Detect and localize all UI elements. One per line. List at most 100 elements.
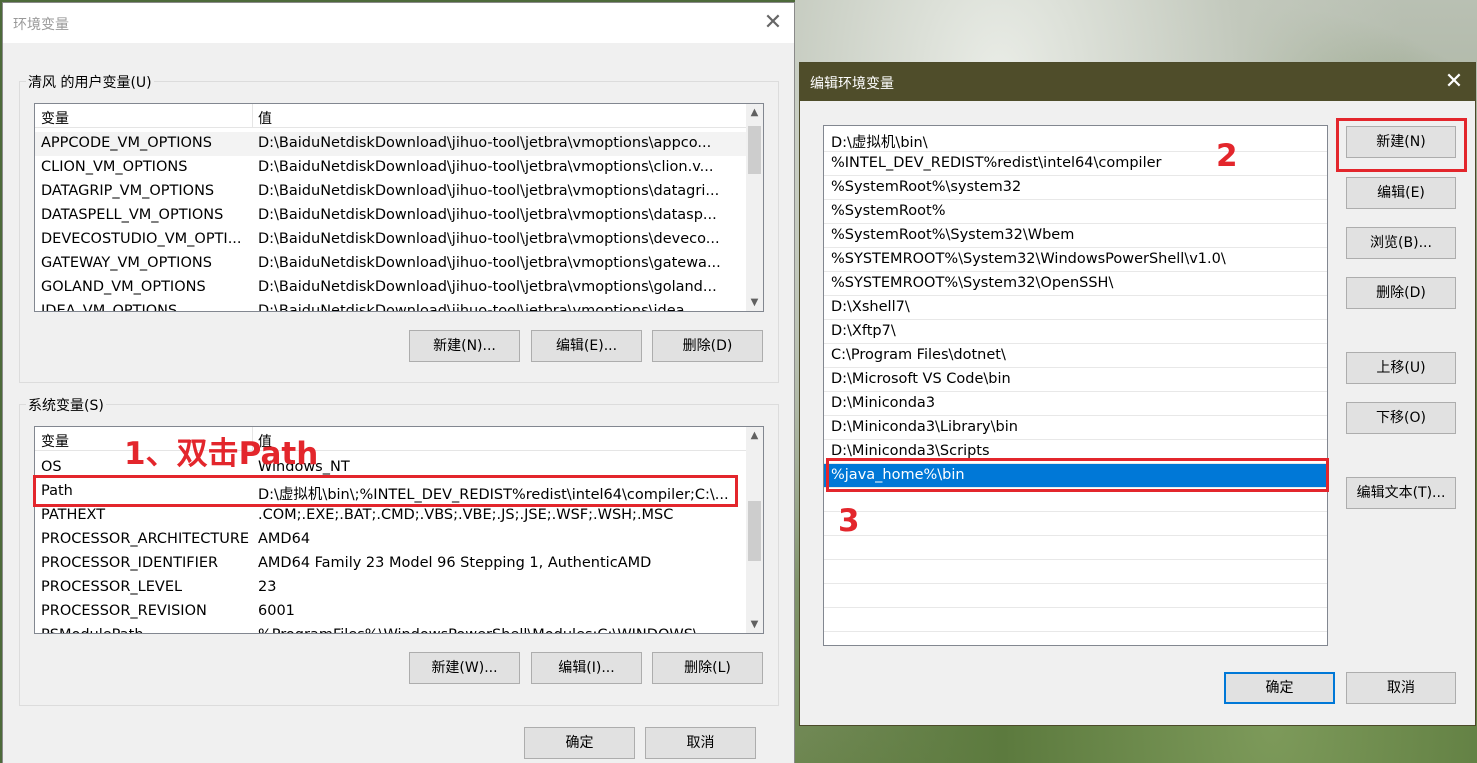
path-entry[interactable]: %SYSTEMROOT%\System32\OpenSSH\ — [824, 272, 1327, 296]
env-cancel-button[interactable]: 取消 — [645, 727, 756, 759]
path-entry[interactable]: %SYSTEMROOT%\System32\WindowsPowerShell\… — [824, 248, 1327, 272]
var-value: AMD64 Family 23 Model 96 Stepping 1, Aut… — [258, 555, 652, 571]
edit-cancel-button[interactable]: 取消 — [1346, 672, 1456, 704]
path-entry[interactable]: %INTEL_DEV_REDIST%redist\intel64\compile… — [824, 152, 1327, 176]
var-value: D:\BaiduNetdiskDownload\jihuo-tool\jetbr… — [258, 231, 720, 247]
path-entry-text: %SystemRoot%\system32 — [831, 179, 1022, 195]
system-var-row[interactable]: PATHEXT .COM;.EXE;.BAT;.CMD;.VBS;.VBE;.JS… — [35, 504, 746, 528]
col-variable-header[interactable]: 变量 — [41, 108, 69, 128]
var-name: IDEA_VM_OPTIONS — [41, 303, 178, 312]
var-value: D:\BaiduNetdiskDownload\jihuo-tool\jetbr… — [258, 207, 717, 223]
path-entry[interactable]: D:\Xshell7\ — [824, 296, 1327, 320]
var-name: CLION_VM_OPTIONS — [41, 159, 188, 175]
step3-annotation: 3 — [838, 503, 860, 539]
path-entry[interactable]: D:\虚拟机\bin\ — [824, 128, 1327, 152]
path-entry[interactable]: %SystemRoot%\system32 — [824, 176, 1327, 200]
var-value: .COM;.EXE;.BAT;.CMD;.VBS;.VBE;.JS;.JSE;.… — [258, 507, 674, 523]
var-value: 6001 — [258, 603, 295, 619]
empty-path-slot[interactable] — [824, 512, 1327, 536]
new-button-highlight — [1336, 118, 1467, 172]
user-var-row[interactable]: DATASPELL_VM_OPTIONS D:\BaiduNetdiskDownl… — [35, 204, 746, 228]
env-ok-button[interactable]: 确定 — [524, 727, 635, 759]
java-home-entry-highlight — [826, 458, 1329, 492]
path-entry[interactable]: D:\Xftp7\ — [824, 320, 1327, 344]
var-name: GOLAND_VM_OPTIONS — [41, 279, 206, 295]
var-value: D:\BaiduNetdiskDownload\jihuo-tool\jetbr… — [258, 159, 714, 175]
var-value: D:\BaiduNetdiskDownload\jihuo-tool\jetbr… — [258, 303, 699, 312]
path-entry-text: D:\Xshell7\ — [831, 299, 910, 315]
scroll-up-icon[interactable]: ▲ — [746, 104, 763, 121]
path-browse-button[interactable]: 浏览(B)... — [1346, 227, 1456, 259]
var-value: D:\BaiduNetdiskDownload\jihuo-tool\jetbr… — [258, 255, 721, 271]
var-name: PROCESSOR_IDENTIFIER — [41, 555, 219, 571]
scroll-down-icon[interactable]: ▼ — [746, 616, 763, 633]
system-var-row[interactable]: PROCESSOR_LEVEL 23 — [35, 576, 746, 600]
user-var-row[interactable]: GATEWAY_VM_OPTIONS D:\BaiduNetdiskDownloa… — [35, 252, 746, 276]
path-entry-text: D:\Miniconda3\Library\bin — [831, 419, 1018, 435]
system-edit-button[interactable]: 编辑(I)... — [531, 652, 642, 684]
system-var-row[interactable]: PROCESSOR_ARCHITECTURE AMD64 — [35, 528, 746, 552]
path-entry-text: C:\Program Files\dotnet\ — [831, 347, 1006, 363]
path-row-highlight — [33, 475, 738, 507]
user-var-row[interactable]: IDEA_VM_OPTIONS D:\BaiduNetdiskDownload\j… — [35, 300, 746, 312]
var-name: PSModulePath — [41, 627, 251, 633]
user-vars-label: 清风 的用户变量(U) — [26, 72, 154, 92]
user-edit-button[interactable]: 编辑(E)... — [531, 330, 642, 362]
empty-path-slot[interactable] — [824, 584, 1327, 608]
col-value-header[interactable]: 值 — [258, 108, 272, 128]
user-delete-button[interactable]: 删除(D) — [652, 330, 763, 362]
var-name: APPCODE_VM_OPTIONS — [41, 135, 212, 151]
scroll-down-icon[interactable]: ▼ — [746, 294, 763, 311]
path-move-up-button[interactable]: 上移(U) — [1346, 352, 1456, 384]
path-entry[interactable]: %SystemRoot% — [824, 200, 1327, 224]
empty-path-slot[interactable] — [824, 608, 1327, 632]
path-entry[interactable]: D:\Microsoft VS Code\bin — [824, 368, 1327, 392]
scroll-up-icon[interactable]: ▲ — [746, 427, 763, 444]
var-name: DATASPELL_VM_OPTIONS — [41, 207, 224, 223]
var-name: DATAGRIP_VM_OPTIONS — [41, 183, 215, 199]
path-move-down-button[interactable]: 下移(O) — [1346, 402, 1456, 434]
user-var-row[interactable]: GOLAND_VM_OPTIONS D:\BaiduNetdiskDownload… — [35, 276, 746, 300]
var-name: PROCESSOR_ARCHITECTURE — [41, 531, 250, 547]
path-entry-text: D:\Miniconda3 — [831, 395, 936, 411]
path-edit-text-button[interactable]: 编辑文本(T)... — [1346, 477, 1456, 509]
scroll-thumb[interactable] — [748, 126, 761, 174]
var-value: D:\BaiduNetdiskDownload\jihuo-tool\jetbr… — [258, 135, 712, 151]
empty-path-slot[interactable] — [824, 536, 1327, 560]
empty-path-slot[interactable] — [824, 560, 1327, 584]
system-delete-button[interactable]: 删除(L) — [652, 652, 763, 684]
user-var-row[interactable]: CLION_VM_OPTIONS D:\BaiduNetdiskDownload\… — [35, 156, 746, 180]
env-dialog-title: 环境变量 — [13, 17, 69, 33]
user-vars-list[interactable]: 变量 值 APPCODE_VM_OPTIONS D:\BaiduNetdiskDo… — [34, 103, 764, 312]
system-var-row[interactable]: PROCESSOR_IDENTIFIER AMD64 Family 23 Mode… — [35, 552, 746, 576]
edit-dialog-titlebar: 编辑环境变量 ✕ — [800, 63, 1475, 101]
col-variable-header[interactable]: 变量 — [41, 431, 69, 451]
system-var-row[interactable]: PSModulePath %ProgramFiles%\WindowsPowerS… — [35, 624, 746, 633]
path-entries-list[interactable]: D:\虚拟机\bin\ %INTEL_DEV_REDIST%redist\inte… — [823, 125, 1328, 646]
user-var-row[interactable]: DATAGRIP_VM_OPTIONS D:\BaiduNetdiskDownlo… — [35, 180, 746, 204]
path-entry-text: D:\Microsoft VS Code\bin — [831, 371, 1011, 387]
edit-ok-button[interactable]: 确定 — [1224, 672, 1335, 704]
user-new-button[interactable]: 新建(N)... — [409, 330, 520, 362]
path-entry[interactable]: C:\Program Files\dotnet\ — [824, 344, 1327, 368]
user-vars-scrollbar[interactable]: ▲ ▼ — [746, 104, 763, 311]
path-entry[interactable]: D:\Miniconda3\Library\bin — [824, 416, 1327, 440]
path-entry[interactable]: %SystemRoot%\System32\Wbem — [824, 224, 1327, 248]
path-entry-text: %INTEL_DEV_REDIST%redist\intel64\compile… — [831, 155, 1162, 171]
path-edit-button[interactable]: 编辑(E) — [1346, 177, 1456, 209]
step2-annotation: 2 — [1216, 138, 1238, 174]
path-entry[interactable]: D:\Miniconda3 — [824, 392, 1327, 416]
user-var-row[interactable]: DEVECOSTUDIO_VM_OPTI... D:\BaiduNetdiskDo… — [35, 228, 746, 252]
system-var-row[interactable]: PROCESSOR_REVISION 6001 — [35, 600, 746, 624]
var-value: D:\BaiduNetdiskDownload\jihuo-tool\jetbr… — [258, 279, 717, 295]
path-entry-text: %SystemRoot% — [831, 203, 946, 219]
path-entry-text: D:\Xftp7\ — [831, 323, 896, 339]
close-icon[interactable]: ✕ — [763, 12, 783, 34]
path-entry-text: %SYSTEMROOT%\System32\OpenSSH\ — [831, 275, 1114, 291]
user-var-row[interactable]: APPCODE_VM_OPTIONS D:\BaiduNetdiskDownloa… — [35, 132, 746, 156]
path-delete-button[interactable]: 删除(D) — [1346, 277, 1456, 309]
close-icon[interactable]: ✕ — [1444, 71, 1464, 93]
scroll-thumb[interactable] — [748, 501, 761, 561]
system-new-button[interactable]: 新建(W)... — [409, 652, 520, 684]
system-vars-scrollbar[interactable]: ▲ ▼ — [746, 427, 763, 633]
